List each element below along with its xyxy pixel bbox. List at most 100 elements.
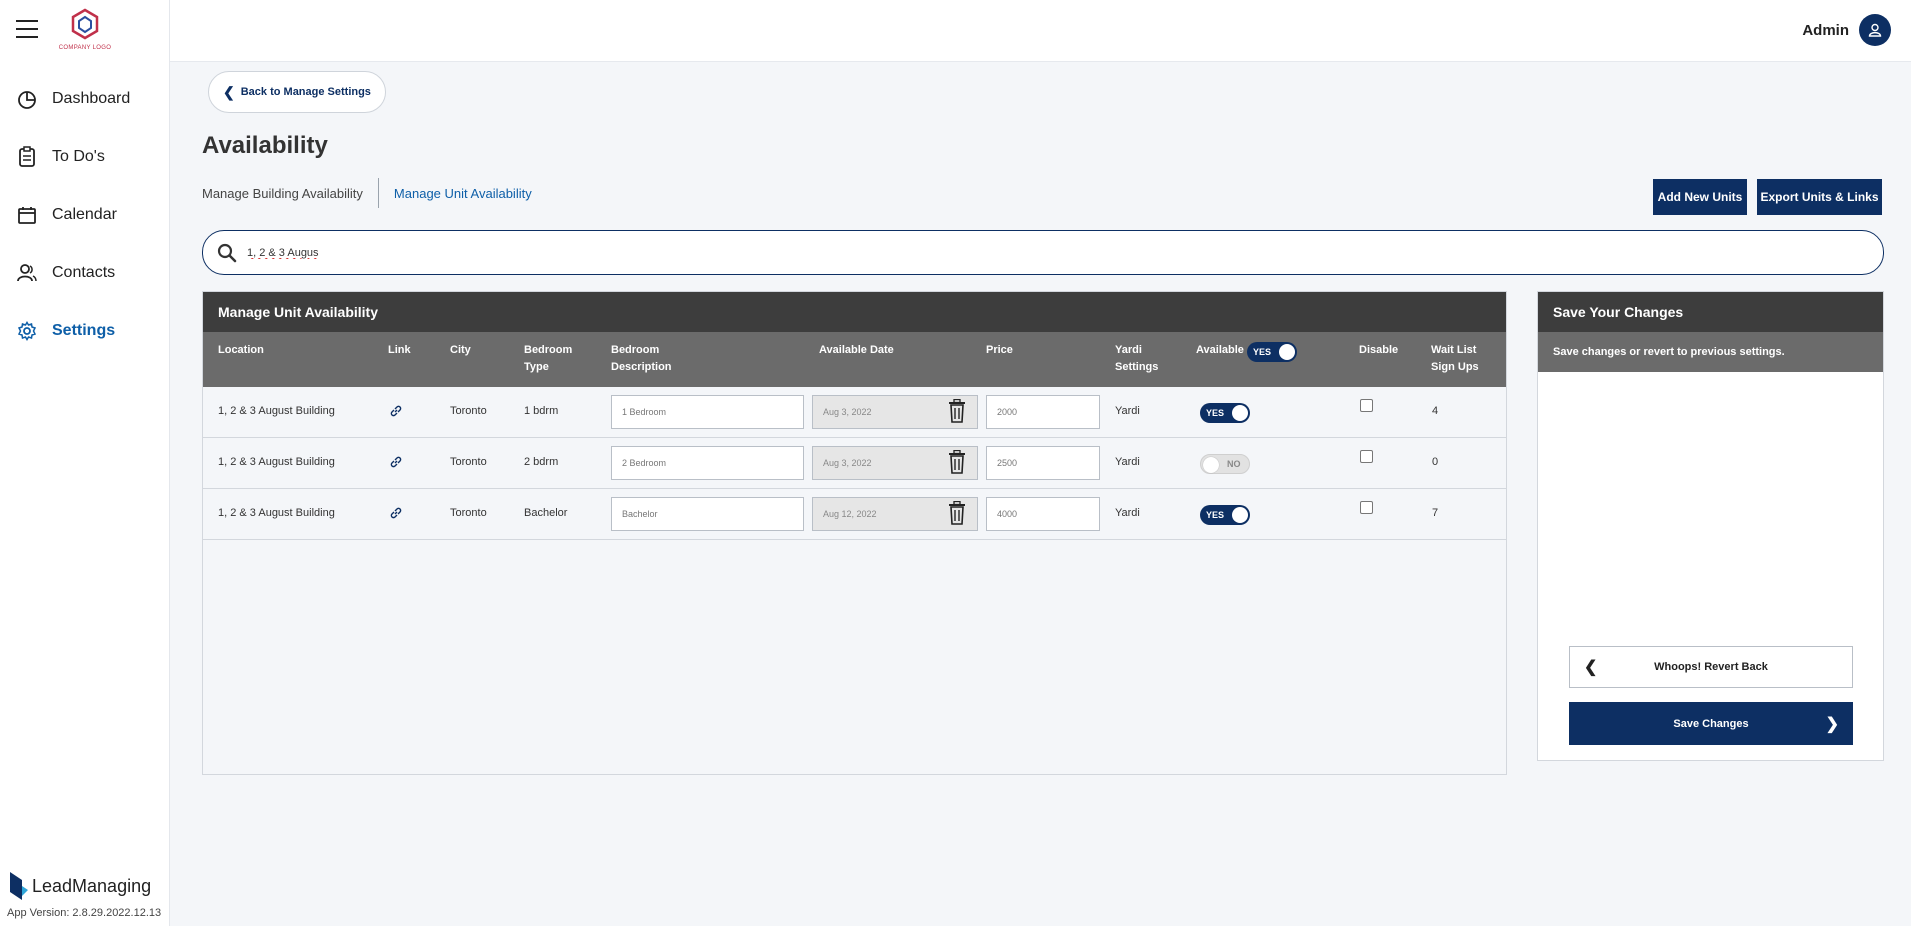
price-field[interactable]: 2000 xyxy=(986,395,1100,429)
cell-location: 1, 2 & 3 August Building xyxy=(218,405,335,417)
header-bedroom-description: Bedroom Description xyxy=(611,344,672,373)
sidebar-item-dashboard[interactable]: Dashboard xyxy=(0,70,170,128)
back-button-label: Back to Manage Settings xyxy=(240,86,371,98)
tab-divider xyxy=(377,178,379,208)
toggle-knob xyxy=(1232,507,1248,523)
revert-back-button[interactable]: ❮ Whoops! Revert Back xyxy=(1569,646,1853,688)
link-icon[interactable] xyxy=(389,455,403,472)
disable-checkbox[interactable] xyxy=(1360,501,1373,514)
cell-city: Toronto xyxy=(450,507,487,519)
cell-wait-list: 4 xyxy=(1432,405,1439,417)
user-name: Admin xyxy=(1802,21,1849,39)
contacts-icon xyxy=(16,262,38,284)
logo-hexagon-icon xyxy=(71,8,99,40)
header-bedroom-type: Bedroom Type xyxy=(524,344,573,373)
disable-checkbox[interactable] xyxy=(1360,450,1373,463)
sidebar: COMPANY LOGO Dashboard To Do's Calendar … xyxy=(0,0,170,926)
save-panel-subtitle: Save changes or revert to previous setti… xyxy=(1538,332,1883,372)
search-bar[interactable] xyxy=(202,230,1884,275)
link-icon[interactable] xyxy=(389,506,403,523)
gear-icon xyxy=(16,320,38,342)
search-icon xyxy=(217,243,237,262)
calendar-icon xyxy=(16,204,38,226)
brand-logo: LeadManaging xyxy=(10,872,151,900)
bedroom-description-field[interactable]: 1 Bedroom xyxy=(611,395,804,429)
chevron-left-icon: ❮ xyxy=(223,83,235,100)
cell-bedroom-type: Bachelor xyxy=(524,507,568,519)
chevron-left-icon: ❮ xyxy=(1584,659,1598,676)
header-available-date: Available Date xyxy=(819,344,894,356)
tab-manage-unit-availability[interactable]: Manage Unit Availability xyxy=(394,186,547,201)
cell-yardi: Yardi xyxy=(1115,405,1140,417)
save-label: Save Changes xyxy=(1673,717,1749,730)
sidebar-item-label: Calendar xyxy=(52,206,117,223)
sidebar-item-label: Dashboard xyxy=(52,90,131,107)
cell-location: 1, 2 & 3 August Building xyxy=(218,507,335,519)
trash-icon[interactable] xyxy=(948,398,966,423)
header-price: Price xyxy=(986,344,1013,356)
sidebar-item-settings[interactable]: Settings xyxy=(0,302,170,360)
price-field[interactable]: 2500 xyxy=(986,446,1100,480)
save-panel-title: Save Your Changes xyxy=(1538,292,1883,332)
sidebar-item-label: To Do's xyxy=(52,148,105,165)
table-header: Location Link City Bedroom Type Bedroom … xyxy=(203,332,1506,387)
add-new-units-button[interactable]: Add New Units xyxy=(1653,179,1747,215)
sidebar-nav: Dashboard To Do's Calendar Contacts Sett… xyxy=(0,70,170,360)
header-disable: Disable xyxy=(1359,344,1399,356)
clipboard-icon xyxy=(16,146,38,168)
user-menu[interactable]: Admin xyxy=(1802,14,1891,46)
trash-icon[interactable] xyxy=(948,449,966,474)
tab-manage-building-availability[interactable]: Manage Building Availability xyxy=(202,186,378,201)
cell-bedroom-type: 2 bdrm xyxy=(524,456,559,468)
disable-checkbox[interactable] xyxy=(1360,399,1373,412)
subtabs: Manage Building Availability Manage Unit… xyxy=(202,178,547,208)
page-title: Availability xyxy=(202,132,328,159)
trash-icon[interactable] xyxy=(948,500,966,525)
avatar[interactable] xyxy=(1859,14,1891,46)
logo-text: COMPANY LOGO xyxy=(58,45,112,51)
available-toggle[interactable]: YES xyxy=(1200,403,1250,423)
sidebar-item-label: Settings xyxy=(52,322,116,339)
company-logo[interactable]: COMPANY LOGO xyxy=(55,8,115,52)
export-units-links-button[interactable]: Export Units & Links xyxy=(1757,179,1882,215)
available-toggle[interactable]: YES xyxy=(1200,505,1250,525)
header-yardi-settings: Yardi Settings xyxy=(1115,344,1159,373)
header-wait-list: Wait List Sign Ups xyxy=(1431,344,1479,373)
sidebar-item-todos[interactable]: To Do's xyxy=(0,128,170,186)
table-row: 1, 2 & 3 August Building Toronto Bachelo… xyxy=(203,489,1506,540)
top-bar: Admin xyxy=(170,0,1911,62)
cell-city: Toronto xyxy=(450,405,487,417)
cell-city: Toronto xyxy=(450,456,487,468)
available-toggle[interactable]: NO xyxy=(1200,454,1250,474)
chevron-right-icon: ❯ xyxy=(1825,715,1839,733)
sidebar-item-label: Contacts xyxy=(52,264,116,281)
available-all-toggle[interactable]: YES xyxy=(1247,342,1297,362)
search-input[interactable] xyxy=(247,246,1747,259)
cell-bedroom-type: 1 bdrm xyxy=(524,405,559,417)
brand-mark-icon xyxy=(10,872,28,900)
header-location: Location xyxy=(218,344,264,356)
header-city: City xyxy=(450,344,471,356)
table-row: 1, 2 & 3 August Building Toronto 2 bdrm … xyxy=(203,438,1506,489)
toggle-knob xyxy=(1279,344,1295,360)
cell-yardi: Yardi xyxy=(1115,507,1140,519)
cell-wait-list: 7 xyxy=(1432,507,1439,519)
back-to-manage-settings-button[interactable]: ❮ Back to Manage Settings xyxy=(208,71,386,113)
header-link: Link xyxy=(388,344,411,356)
toggle-knob xyxy=(1203,457,1219,473)
cell-location: 1, 2 & 3 August Building xyxy=(218,456,335,468)
cell-wait-list: 0 xyxy=(1432,456,1439,468)
save-changes-panel: Save Your Changes Save changes or revert… xyxy=(1537,291,1884,761)
sidebar-item-calendar[interactable]: Calendar xyxy=(0,186,170,244)
manage-unit-availability-panel: Manage Unit Availability Location Link C… xyxy=(202,291,1507,775)
header-available: Available xyxy=(1196,344,1244,356)
save-changes-button[interactable]: Save Changes ❯ xyxy=(1569,702,1853,745)
hamburger-menu-icon[interactable] xyxy=(16,20,38,38)
bedroom-description-field[interactable]: Bachelor xyxy=(611,497,804,531)
sidebar-item-contacts[interactable]: Contacts xyxy=(0,244,170,302)
bedroom-description-field[interactable]: 2 Bedroom xyxy=(611,446,804,480)
link-icon[interactable] xyxy=(389,404,403,421)
brand-name: LeadManaging xyxy=(32,875,152,896)
pie-chart-icon xyxy=(16,88,38,110)
price-field[interactable]: 4000 xyxy=(986,497,1100,531)
